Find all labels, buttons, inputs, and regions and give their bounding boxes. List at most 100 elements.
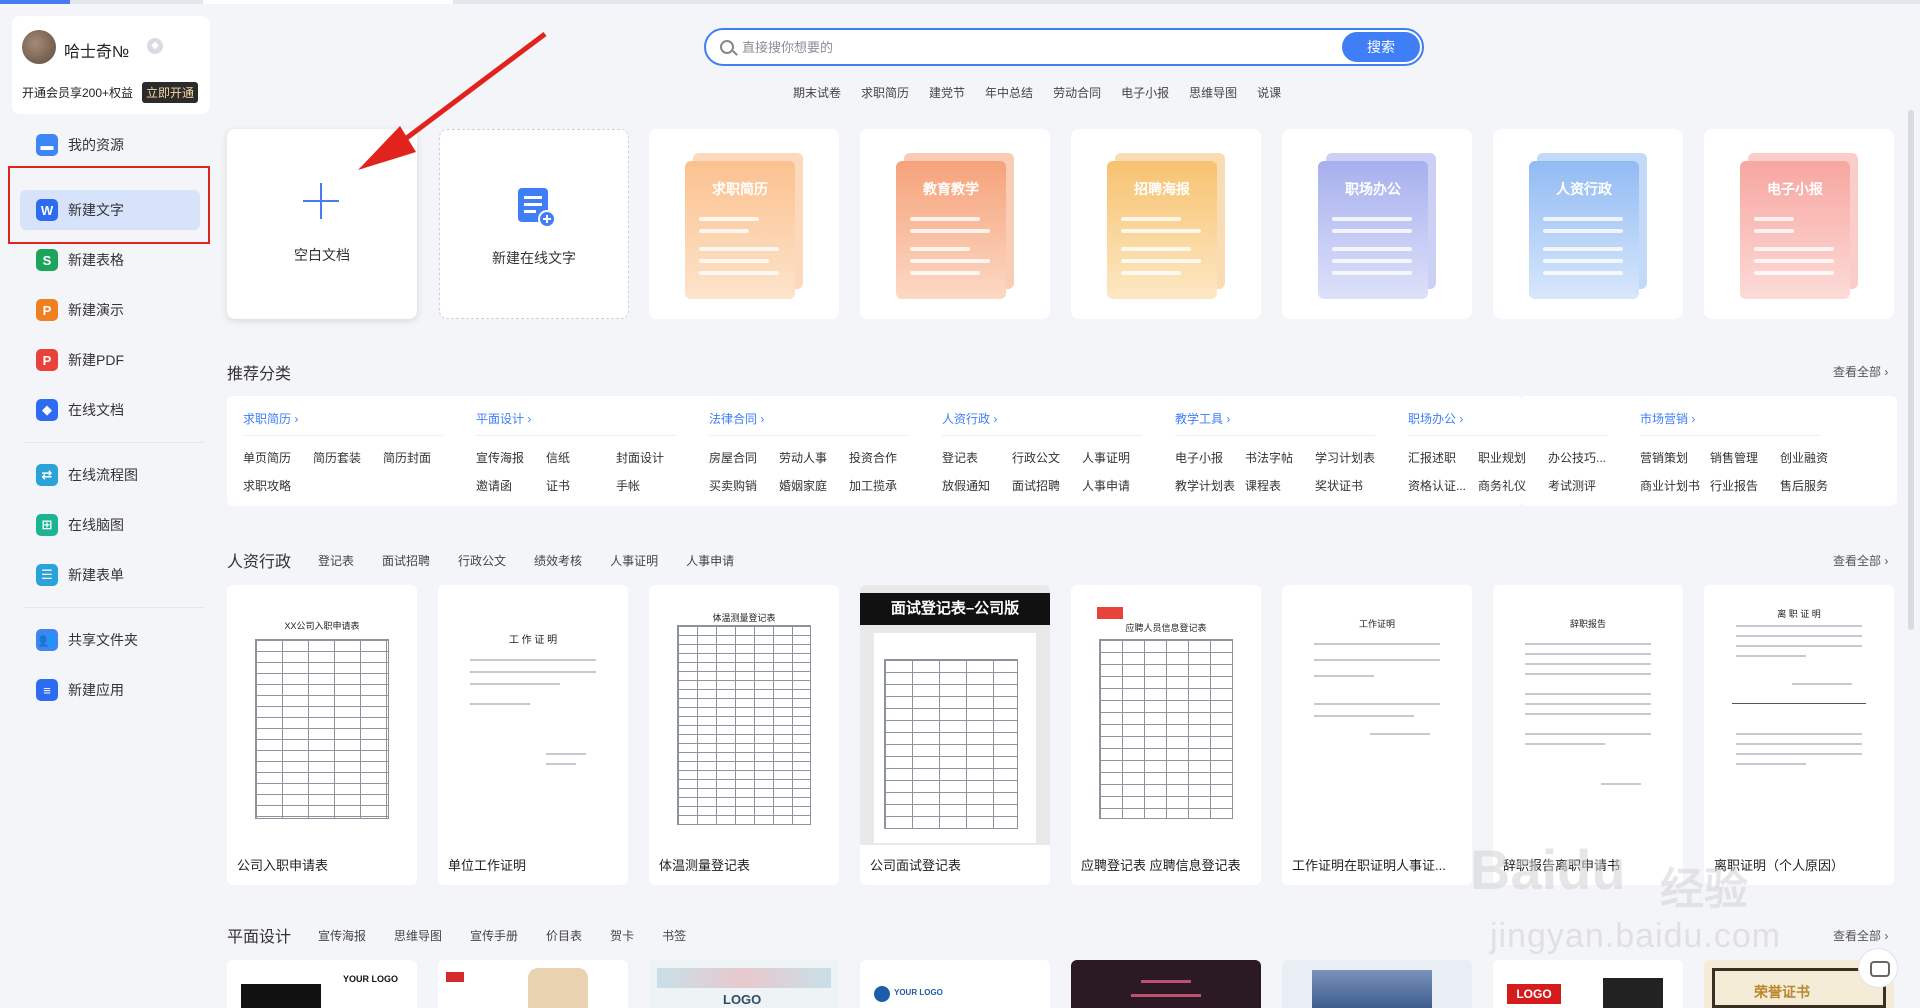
hot-tag[interactable]: 年中总结 [985, 84, 1033, 101]
sidebar-item-new-form[interactable]: ☰ 新建表单 [20, 555, 200, 595]
category-item[interactable]: 人事申请 [1082, 472, 1152, 500]
hot-tag[interactable]: 电子小报 [1121, 84, 1169, 101]
category-item[interactable]: 奖状证书 [1315, 472, 1385, 500]
design-preview-card[interactable] [438, 960, 628, 1008]
view-all-link[interactable]: 查看全部 › [1833, 552, 1888, 569]
category-item[interactable]: 售后服务 [1780, 472, 1850, 500]
category-item[interactable]: 简历套装 [313, 444, 383, 472]
category-item[interactable]: 封面设计 [616, 444, 686, 472]
category-item[interactable]: 手帐 [616, 472, 686, 500]
sidebar-item-new-word[interactable]: W 新建文字 [20, 190, 200, 230]
category-item[interactable]: 宣传海报 [476, 444, 546, 472]
vip-open-button[interactable]: 立即开通 [142, 82, 199, 103]
category-item[interactable]: 课程表 [1245, 472, 1315, 500]
template-card-education[interactable]: 教育教学 [860, 129, 1050, 319]
user-card[interactable]: 哈士奇№ ◆ 开通会员享200+权益 立即开通 [12, 16, 210, 114]
category-item[interactable]: 考试测评 [1548, 472, 1618, 500]
hot-tag[interactable]: 求职简历 [861, 84, 909, 101]
tab-poster[interactable]: 宣传海报 [318, 927, 366, 944]
doc-card[interactable]: 应聘人员信息登记表 应聘登记表 应聘信息登记表 [1071, 585, 1261, 885]
doc-card[interactable]: 面试登记表–公司版 公司面试登记表 [860, 585, 1050, 885]
tab-mindmap[interactable]: 思维导图 [394, 927, 442, 944]
template-card-hr-admin[interactable]: 人资行政 [1493, 129, 1683, 319]
category-item[interactable]: 婚姻家庭 [779, 472, 849, 500]
category-head[interactable]: 市场营销 › [1640, 410, 1820, 436]
scrollbar[interactable] [1908, 110, 1914, 630]
search-input[interactable] [742, 37, 1242, 57]
category-head[interactable]: 求职简历 › [243, 410, 443, 436]
design-preview-card[interactable]: YOUR LOGO [860, 960, 1050, 1008]
tab-register[interactable]: 登记表 [318, 552, 354, 569]
category-head[interactable]: 教学工具 › [1175, 410, 1375, 436]
category-head[interactable]: 职场办公 › [1408, 410, 1608, 436]
sidebar-item-mindmap[interactable]: ⊞ 在线脑图 [20, 505, 200, 545]
sidebar-item-new-slides[interactable]: P 新建演示 [20, 290, 200, 330]
sidebar-item-new-pdf[interactable]: P 新建PDF [20, 340, 200, 380]
sidebar-item-online-doc[interactable]: ◆ 在线文档 [20, 390, 200, 430]
username[interactable]: 哈士奇№ [64, 38, 129, 62]
category-item[interactable]: 求职攻略 [243, 472, 313, 500]
design-preview-card[interactable]: LOGO [649, 960, 839, 1008]
category-item[interactable]: 单页简历 [243, 444, 313, 472]
sidebar-item-shared-folder[interactable]: 👥 共享文件夹 [20, 620, 200, 660]
chat-icon[interactable] [1858, 948, 1898, 988]
doc-card[interactable]: 体温测量登记表 体温测量登记表 [649, 585, 839, 885]
template-card-resume[interactable]: 求职简历 [649, 129, 839, 319]
category-item[interactable]: 创业融资 [1780, 444, 1850, 472]
category-item[interactable]: 办公技巧... [1548, 444, 1618, 472]
design-preview-card[interactable]: YOUR LOGO [227, 960, 417, 1008]
tab-hr-apply[interactable]: 人事申请 [686, 552, 734, 569]
category-item[interactable]: 商务礼仪 [1478, 472, 1548, 500]
search-button[interactable]: 搜索 [1342, 32, 1420, 62]
category-item[interactable]: 放假通知 [942, 472, 1012, 500]
sidebar-item-my-resources[interactable]: ▬ 我的资源 [20, 125, 200, 165]
hot-tag[interactable]: 劳动合同 [1053, 84, 1101, 101]
category-item[interactable]: 电子小报 [1175, 444, 1245, 472]
category-item[interactable]: 邀请函 [476, 472, 546, 500]
category-item[interactable]: 学习计划表 [1315, 444, 1385, 472]
category-head[interactable]: 法律合同 › [709, 410, 909, 436]
doc-card[interactable]: 工作证明 工作证明在职证明人事证... [1282, 585, 1472, 885]
tab-admin-doc[interactable]: 行政公文 [458, 552, 506, 569]
category-item[interactable]: 人事证明 [1082, 444, 1152, 472]
category-item[interactable]: 投资合作 [849, 444, 919, 472]
tab-hr-proof[interactable]: 人事证明 [610, 552, 658, 569]
category-item[interactable]: 加工揽承 [849, 472, 919, 500]
category-item[interactable]: 买卖购销 [709, 472, 779, 500]
category-item[interactable]: 行业报告 [1710, 472, 1780, 500]
avatar[interactable] [22, 30, 56, 64]
hot-tag[interactable]: 思维导图 [1189, 84, 1237, 101]
hot-tag[interactable]: 说课 [1257, 84, 1281, 101]
design-preview-card[interactable] [1282, 960, 1472, 1008]
category-head[interactable]: 平面设计 › [476, 410, 676, 436]
category-item[interactable]: 劳动人事 [779, 444, 849, 472]
category-item[interactable]: 面试招聘 [1012, 472, 1082, 500]
category-item[interactable]: 销售管理 [1710, 444, 1780, 472]
category-item[interactable]: 营销策划 [1640, 444, 1710, 472]
category-item[interactable]: 行政公文 [1012, 444, 1082, 472]
category-item[interactable]: 房屋合同 [709, 444, 779, 472]
category-head[interactable]: 人资行政 › [942, 410, 1142, 436]
doc-card[interactable]: 工 作 证 明 单位工作证明 [438, 585, 628, 885]
category-item[interactable]: 教学计划表 [1175, 472, 1245, 500]
template-card-recruit-poster[interactable]: 招聘海报 [1071, 129, 1261, 319]
design-preview-card[interactable] [1071, 960, 1261, 1008]
view-all-link[interactable]: 查看全部 › [1833, 363, 1888, 380]
tab-greeting-card[interactable]: 贺卡 [610, 927, 634, 944]
category-item[interactable]: 信纸 [546, 444, 616, 472]
tab-bookmark[interactable]: 书签 [662, 927, 686, 944]
category-item[interactable]: 商业计划书 [1640, 472, 1710, 500]
category-item[interactable]: 简历封面 [383, 444, 453, 472]
sidebar-item-new-sheet[interactable]: S 新建表格 [20, 240, 200, 280]
category-item[interactable]: 证书 [546, 472, 616, 500]
hot-tag[interactable]: 建党节 [929, 84, 965, 101]
category-item[interactable]: 职业规划 [1478, 444, 1548, 472]
category-item[interactable]: 资格认证... [1408, 472, 1478, 500]
template-card-e-newspaper[interactable]: 电子小报 [1704, 129, 1894, 319]
sidebar-item-new-app[interactable]: ≡ 新建应用 [20, 670, 200, 710]
category-item[interactable]: 汇报述职 [1408, 444, 1478, 472]
doc-card[interactable]: XX公司入职申请表 公司入职申请表 [227, 585, 417, 885]
category-item[interactable]: 书法字帖 [1245, 444, 1315, 472]
tab-interview[interactable]: 面试招聘 [382, 552, 430, 569]
hot-tag[interactable]: 期末试卷 [793, 84, 841, 101]
